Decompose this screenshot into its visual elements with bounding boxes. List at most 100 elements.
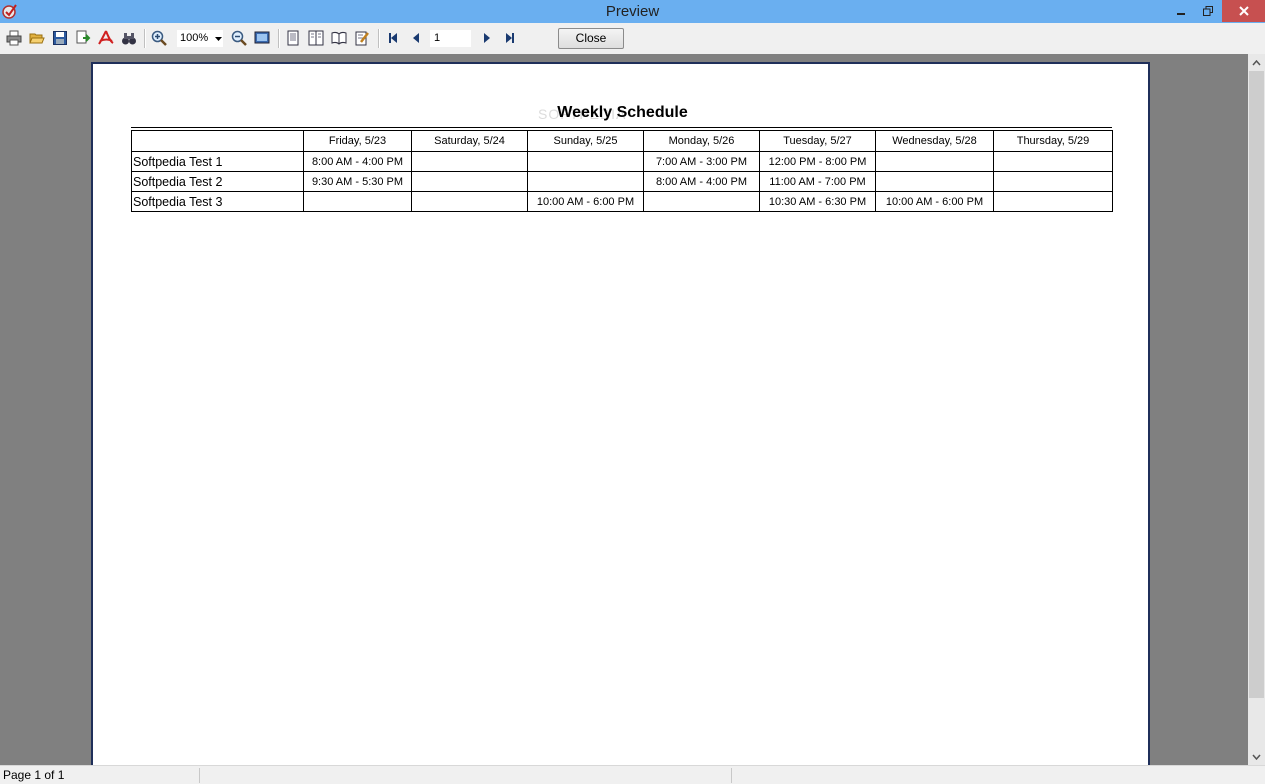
report-page: SOFTPEDIA Weekly Schedule Friday, 5/23 S… bbox=[91, 62, 1150, 765]
employee-name: Softpedia Test 1 bbox=[131, 151, 304, 172]
shift-cell bbox=[993, 171, 1113, 192]
open-button[interactable] bbox=[27, 28, 47, 48]
page-status: Page 1 of 1 bbox=[3, 768, 65, 782]
find-button[interactable] bbox=[119, 28, 139, 48]
toolbar-separator bbox=[378, 29, 380, 48]
minimize-icon bbox=[1176, 13, 1185, 15]
toolbar: 100% 1 Close bbox=[0, 23, 1265, 54]
floppy-disk-icon bbox=[53, 31, 67, 45]
employee-name: Softpedia Test 3 bbox=[131, 191, 304, 212]
single-page-button[interactable] bbox=[283, 28, 303, 48]
restore-icon bbox=[1202, 6, 1213, 16]
two-pages-button[interactable] bbox=[306, 28, 326, 48]
shift-cell: 12:00 PM - 8:00 PM bbox=[759, 151, 876, 172]
scroll-up-button[interactable] bbox=[1248, 54, 1265, 71]
preview-area: SOFTPEDIA Weekly Schedule Friday, 5/23 S… bbox=[0, 54, 1248, 765]
column-header bbox=[131, 130, 304, 152]
last-page-button[interactable] bbox=[500, 28, 520, 48]
edit-button[interactable] bbox=[352, 28, 372, 48]
chevron-up-icon bbox=[1252, 59, 1261, 65]
status-bar: Page 1 of 1 bbox=[0, 765, 1265, 784]
restore-button[interactable] bbox=[1194, 0, 1221, 22]
column-header: Thursday, 5/29 bbox=[993, 130, 1113, 152]
table-row: Softpedia Test 1 8:00 AM - 4:00 PM 7:00 … bbox=[131, 151, 1113, 172]
export-icon bbox=[76, 30, 91, 44]
shift-cell: 9:30 AM - 5:30 PM bbox=[303, 171, 412, 192]
book-icon bbox=[331, 31, 347, 45]
shift-cell bbox=[875, 151, 994, 172]
minimize-button[interactable] bbox=[1167, 0, 1194, 22]
export-button[interactable] bbox=[73, 28, 93, 48]
close-icon bbox=[1238, 6, 1249, 16]
shift-cell bbox=[993, 191, 1113, 212]
zoom-out-icon bbox=[231, 30, 247, 46]
status-divider bbox=[199, 768, 200, 783]
chevron-down-icon bbox=[1252, 754, 1261, 760]
shift-cell: 7:00 AM - 3:00 PM bbox=[643, 151, 760, 172]
chevron-down-icon[interactable] bbox=[214, 30, 223, 47]
scroll-down-button[interactable] bbox=[1248, 748, 1265, 765]
column-header: Saturday, 5/24 bbox=[411, 130, 528, 152]
page-icon bbox=[287, 30, 299, 46]
table-row: Softpedia Test 3 10:00 AM - 6:00 PM 10:3… bbox=[131, 191, 1113, 212]
shift-cell: 8:00 AM - 4:00 PM bbox=[303, 151, 412, 172]
fit-page-button[interactable] bbox=[252, 28, 272, 48]
outline-button[interactable] bbox=[329, 28, 349, 48]
shift-cell: 10:30 AM - 6:30 PM bbox=[759, 191, 876, 212]
shift-cell bbox=[411, 191, 528, 212]
arrow-left-icon bbox=[413, 33, 419, 43]
shift-cell bbox=[643, 191, 760, 212]
pages-icon bbox=[308, 30, 324, 46]
column-header: Wednesday, 5/28 bbox=[875, 130, 994, 152]
shift-cell: 10:00 AM - 6:00 PM bbox=[527, 191, 644, 212]
shift-cell bbox=[411, 171, 528, 192]
column-header: Friday, 5/23 bbox=[303, 130, 412, 152]
shift-cell: 10:00 AM - 6:00 PM bbox=[875, 191, 994, 212]
column-header: Monday, 5/26 bbox=[643, 130, 760, 152]
binoculars-icon bbox=[122, 33, 136, 45]
printer-icon bbox=[6, 30, 22, 46]
zoom-in-button[interactable] bbox=[149, 28, 169, 48]
schedule-table: Friday, 5/23 Saturday, 5/24 Sunday, 5/25… bbox=[131, 130, 1113, 212]
zoom-in-icon bbox=[151, 30, 167, 46]
window-title: Preview bbox=[605, 3, 660, 20]
shift-cell: 8:00 AM - 4:00 PM bbox=[643, 171, 760, 192]
edit-icon bbox=[355, 31, 369, 46]
monitor-icon bbox=[254, 31, 270, 44]
shift-cell bbox=[527, 171, 644, 192]
zoom-out-button[interactable] bbox=[229, 28, 249, 48]
previous-page-button[interactable] bbox=[406, 28, 426, 48]
toolbar-separator bbox=[144, 29, 146, 48]
print-button[interactable] bbox=[4, 28, 24, 48]
column-header: Tuesday, 5/27 bbox=[759, 130, 876, 152]
report-title: Weekly Schedule bbox=[557, 104, 688, 121]
scroll-thumb[interactable] bbox=[1249, 71, 1264, 698]
table-header-row: Friday, 5/23 Saturday, 5/24 Sunday, 5/25… bbox=[131, 130, 1113, 152]
title-underline bbox=[131, 127, 1112, 128]
pdf-icon bbox=[98, 30, 114, 45]
column-header: Sunday, 5/25 bbox=[527, 130, 644, 152]
shift-cell bbox=[993, 151, 1113, 172]
status-divider bbox=[731, 768, 732, 783]
save-button[interactable] bbox=[50, 28, 70, 48]
shift-cell bbox=[527, 151, 644, 172]
shift-cell bbox=[875, 171, 994, 192]
shift-cell bbox=[411, 151, 528, 172]
last-page-icon bbox=[506, 33, 514, 43]
first-page-button[interactable] bbox=[383, 28, 403, 48]
zoom-select[interactable]: 100% bbox=[177, 30, 223, 47]
first-page-icon bbox=[389, 33, 397, 43]
close-button[interactable]: Close bbox=[558, 28, 624, 49]
arrow-right-icon bbox=[484, 33, 490, 43]
toolbar-separator bbox=[278, 29, 280, 48]
page-number-input[interactable]: 1 bbox=[430, 30, 471, 47]
title-bar: Preview bbox=[0, 0, 1265, 23]
close-window-button[interactable] bbox=[1222, 0, 1265, 22]
employee-name: Softpedia Test 2 bbox=[131, 171, 304, 192]
vertical-scrollbar[interactable] bbox=[1248, 54, 1265, 765]
zoom-value: 100% bbox=[180, 32, 209, 44]
shift-cell: 11:00 AM - 7:00 PM bbox=[759, 171, 876, 192]
next-page-button[interactable] bbox=[477, 28, 497, 48]
export-pdf-button[interactable] bbox=[96, 28, 116, 48]
shift-cell bbox=[303, 191, 412, 212]
